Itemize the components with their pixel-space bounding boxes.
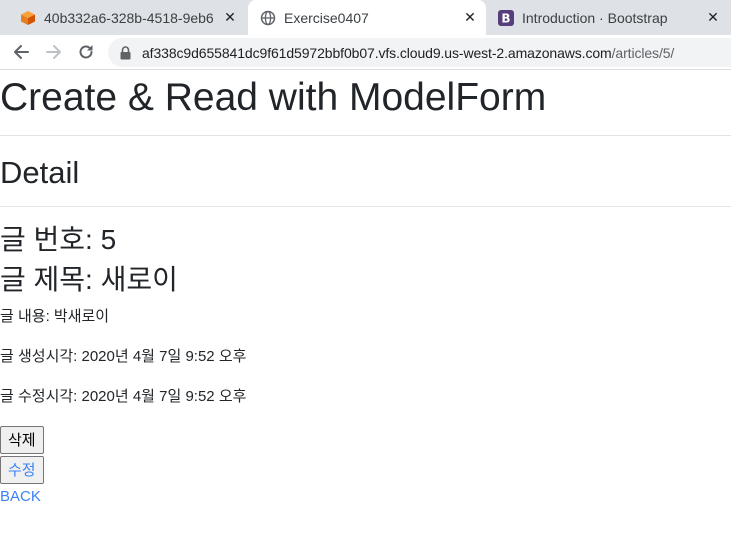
bootstrap-icon: B	[498, 9, 514, 26]
back-arrow-icon[interactable]	[9, 40, 33, 64]
url-host: af338c9d655841dc9f61d5972bbf0b07.vfs.clo…	[142, 44, 612, 61]
divider	[0, 206, 731, 207]
tab-cloud9[interactable]: 40b332a6-328b-4518-9eb6 ✕	[8, 0, 246, 35]
svg-text:B: B	[501, 11, 510, 25]
page-content: Create & Read with ModelForm Detail 글 번호…	[0, 71, 731, 534]
address-bar[interactable]: af338c9d655841dc9f61d5972bbf0b07.vfs.clo…	[108, 38, 731, 67]
article-created-at: 글 생성시각: 2020년 4월 7일 9:52 오후	[0, 348, 247, 365]
close-icon[interactable]: ✕	[222, 9, 238, 25]
edit-button[interactable]: 수정	[0, 456, 44, 484]
url-text: af338c9d655841dc9f61d5972bbf0b07.vfs.clo…	[142, 45, 674, 61]
tab-title: Introduction · Bootstrap	[522, 9, 668, 26]
tab-exercise[interactable]: Exercise0407 ✕	[248, 0, 486, 35]
article-content: 글 내용: 박새로이	[0, 308, 110, 325]
browser-tabstrip: 40b332a6-328b-4518-9eb6 ✕ Exercise0407 ✕…	[0, 0, 731, 35]
article-number: 글 번호: 5	[0, 224, 117, 255]
forward-arrow-icon[interactable]	[42, 40, 66, 64]
back-link[interactable]: BACK	[0, 488, 41, 505]
lock-icon[interactable]	[120, 45, 132, 60]
divider	[0, 135, 731, 136]
tab-title: 40b332a6-328b-4518-9eb6	[44, 9, 214, 26]
delete-button[interactable]: 삭제	[0, 426, 44, 454]
globe-icon	[260, 10, 276, 26]
cloud9-cube-icon	[20, 10, 36, 26]
page-title: Create & Read with ModelForm	[0, 76, 547, 119]
tab-title: Exercise0407	[284, 9, 369, 26]
tab-bootstrap[interactable]: B Introduction · Bootstrap ✕	[488, 0, 731, 35]
browser-toolbar: af338c9d655841dc9f61d5972bbf0b07.vfs.clo…	[0, 35, 731, 70]
article-updated-at: 글 수정시각: 2020년 4월 7일 9:52 오후	[0, 388, 247, 405]
close-icon[interactable]: ✕	[705, 9, 721, 25]
section-heading: Detail	[0, 155, 80, 190]
url-path: /articles/5/	[611, 44, 675, 61]
reload-icon[interactable]	[74, 40, 98, 64]
article-title: 글 제목: 새로이	[0, 264, 178, 295]
close-icon[interactable]: ✕	[462, 9, 478, 25]
